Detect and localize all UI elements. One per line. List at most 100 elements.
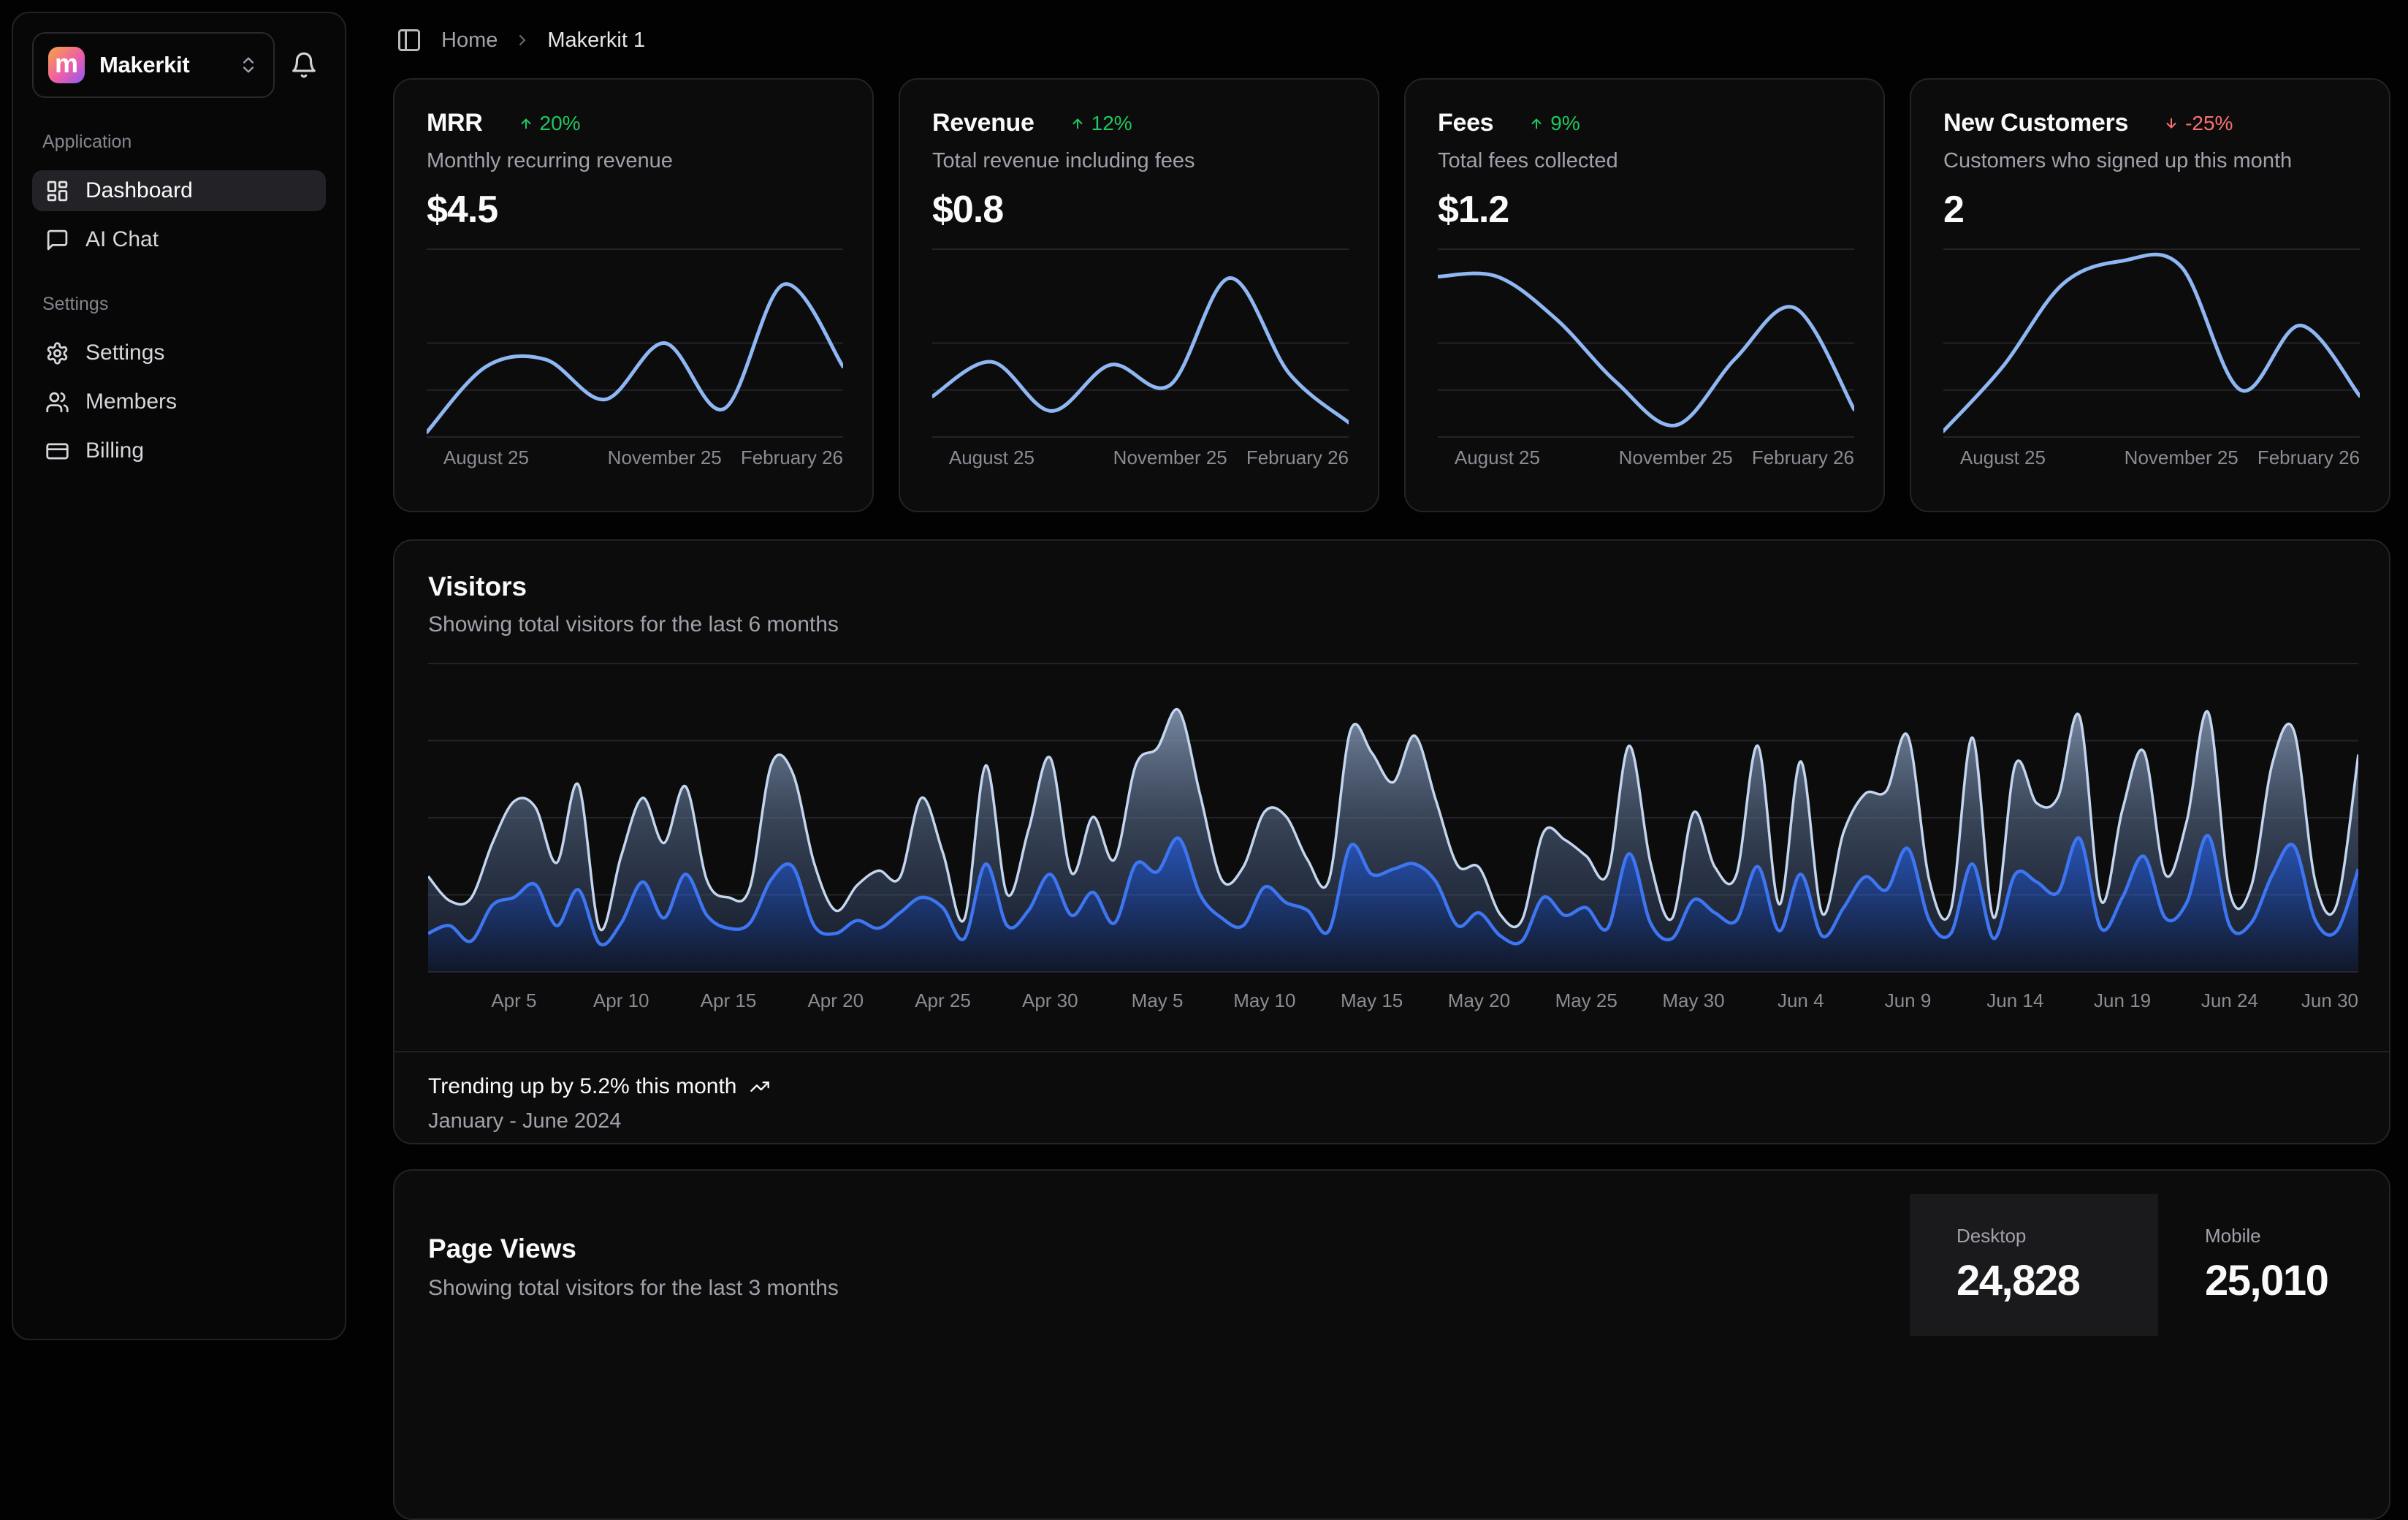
- notifications-button[interactable]: [282, 43, 326, 87]
- stat-title: MRR: [427, 109, 483, 137]
- stat-value: $0.8: [932, 188, 1346, 232]
- stat-delta: 12%: [1070, 112, 1132, 135]
- stat-card-new-customers: New Customers -25% Customers who signed …: [1910, 78, 2390, 512]
- sidebar-item-ai-chat[interactable]: AI Chat: [32, 219, 326, 260]
- toggle-mobile-value: 25,010: [2205, 1256, 2392, 1305]
- toggle-desktop-value: 24,828: [1956, 1256, 2158, 1305]
- arrow-up-icon: [518, 115, 534, 132]
- sidebar-toggle-button[interactable]: [393, 24, 425, 56]
- svg-text:August 25: August 25: [949, 446, 1035, 468]
- stat-delta: -25%: [2163, 112, 2233, 135]
- stat-card-fees: Fees 9% Total fees collected $1.2 August…: [1404, 78, 1885, 512]
- svg-text:Apr 20: Apr 20: [807, 989, 864, 1011]
- stat-description: Customers who signed up this month: [1943, 149, 2357, 173]
- trending-up-icon: [748, 1076, 771, 1097]
- dashboard-icon: [45, 179, 69, 203]
- svg-text:February 26: February 26: [1752, 446, 1854, 468]
- team-name: Makerkit: [99, 52, 224, 78]
- visitors-footer: Trending up by 5.2% this month January -…: [395, 1051, 2389, 1133]
- svg-text:February 26: February 26: [741, 446, 843, 468]
- visitors-area-chart[interactable]: Apr 5Apr 10Apr 15Apr 20Apr 25Apr 30May 5…: [428, 662, 2355, 1027]
- svg-text:February 26: February 26: [1246, 446, 1349, 468]
- sidebar-item-dashboard[interactable]: Dashboard: [32, 170, 326, 211]
- stat-cards-row: MRR 20% Monthly recurring revenue $4.5 A…: [393, 78, 2390, 512]
- svg-text:Jun 4: Jun 4: [1778, 989, 1824, 1011]
- visitors-subtitle: Showing total visitors for the last 6 mo…: [428, 612, 2355, 637]
- svg-text:November 25: November 25: [608, 446, 722, 468]
- stat-card-mrr: MRR 20% Monthly recurring revenue $4.5 A…: [393, 78, 874, 512]
- stat-card-revenue: Revenue 12% Total revenue including fees…: [899, 78, 1379, 512]
- team-row: m Makerkit: [32, 32, 326, 98]
- sidebar-item-label: AI Chat: [85, 227, 159, 252]
- svg-text:Jun 14: Jun 14: [1986, 989, 2043, 1011]
- bell-icon: [290, 51, 318, 79]
- arrow-up-icon: [1528, 115, 1544, 132]
- svg-text:Apr 15: Apr 15: [701, 989, 757, 1011]
- svg-text:November 25: November 25: [1619, 446, 1733, 468]
- team-selector[interactable]: m Makerkit: [32, 32, 275, 98]
- svg-text:May 20: May 20: [1448, 989, 1510, 1011]
- breadcrumb-home[interactable]: Home: [441, 28, 498, 53]
- stat-description: Monthly recurring revenue: [427, 149, 840, 173]
- chevron-right-icon: [514, 31, 531, 49]
- sidebar: m Makerkit Application Dashboard AI Chat…: [12, 12, 346, 1340]
- stat-value: $1.2: [1438, 188, 1851, 232]
- svg-text:May 15: May 15: [1341, 989, 1403, 1011]
- visitors-title: Visitors: [428, 571, 2355, 602]
- svg-text:Apr 25: Apr 25: [915, 989, 971, 1011]
- svg-text:Jun 9: Jun 9: [1885, 989, 1932, 1011]
- sidebar-item-members[interactable]: Members: [32, 381, 326, 422]
- section-label-application: Application: [42, 132, 326, 153]
- sidebar-item-label: Members: [85, 390, 177, 414]
- svg-text:Jun 24: Jun 24: [2201, 989, 2258, 1011]
- stat-description: Total fees collected: [1438, 149, 1851, 173]
- revenue-sparkline-chart: August 25November 25February 26: [932, 248, 1349, 468]
- svg-text:Apr 10: Apr 10: [593, 989, 649, 1011]
- sidebar-item-label: Settings: [85, 341, 164, 365]
- toggle-desktop[interactable]: Desktop 24,828: [1910, 1194, 2158, 1336]
- svg-text:Jun 19: Jun 19: [2094, 989, 2151, 1011]
- svg-text:May 5: May 5: [1132, 989, 1184, 1011]
- svg-text:November 25: November 25: [2125, 446, 2239, 468]
- breadcrumb-current: Makerkit 1: [547, 28, 645, 53]
- toggle-mobile[interactable]: Mobile 25,010: [2158, 1194, 2392, 1336]
- svg-text:May 10: May 10: [1233, 989, 1295, 1011]
- stat-description: Total revenue including fees: [932, 149, 1346, 173]
- svg-text:August 25: August 25: [443, 446, 529, 468]
- stat-delta: 20%: [518, 112, 581, 135]
- svg-text:May 25: May 25: [1555, 989, 1618, 1011]
- stat-value: $4.5: [427, 188, 840, 232]
- mrr-sparkline-chart: August 25 November 25 February 26: [427, 248, 843, 468]
- users-icon: [45, 390, 69, 414]
- gear-icon: [45, 341, 69, 365]
- svg-text:Apr 5: Apr 5: [491, 989, 536, 1011]
- makerkit-logo: m: [48, 47, 85, 83]
- fees-sparkline-chart: August 25November 25February 26: [1438, 248, 1854, 468]
- svg-text:Jun 30: Jun 30: [2301, 989, 2358, 1011]
- chevrons-up-down-icon: [238, 55, 259, 75]
- sidebar-item-settings[interactable]: Settings: [32, 332, 326, 373]
- toggle-desktop-label: Desktop: [1956, 1225, 2158, 1247]
- new-customers-sparkline-chart: August 25 November 25 February 26: [1943, 248, 2360, 468]
- breadcrumb: Home Makerkit 1: [393, 20, 645, 60]
- arrow-down-icon: [2163, 115, 2179, 132]
- visitors-date-range: January - June 2024: [428, 1109, 2355, 1133]
- chat-icon: [45, 228, 69, 252]
- stat-title: Fees: [1438, 109, 1493, 137]
- page-views-card: Page Views Showing total visitors for th…: [393, 1169, 2390, 1520]
- stat-title: Revenue: [932, 109, 1035, 137]
- stat-value: 2: [1943, 188, 2357, 232]
- section-label-settings: Settings: [42, 294, 326, 315]
- sidebar-item-label: Dashboard: [85, 178, 193, 203]
- visitors-trend-text: Trending up by 5.2% this month: [428, 1074, 736, 1099]
- stat-delta: 9%: [1528, 112, 1580, 135]
- stat-title: New Customers: [1943, 109, 2128, 137]
- toggle-mobile-label: Mobile: [2205, 1225, 2392, 1247]
- svg-text:February 26: February 26: [2258, 446, 2360, 468]
- svg-text:August 25: August 25: [1960, 446, 2046, 468]
- sidebar-item-label: Billing: [85, 438, 144, 463]
- sidebar-item-billing[interactable]: Billing: [32, 430, 326, 471]
- panel-left-icon: [396, 27, 422, 53]
- credit-card-icon: [45, 439, 69, 463]
- svg-text:May 30: May 30: [1662, 989, 1724, 1011]
